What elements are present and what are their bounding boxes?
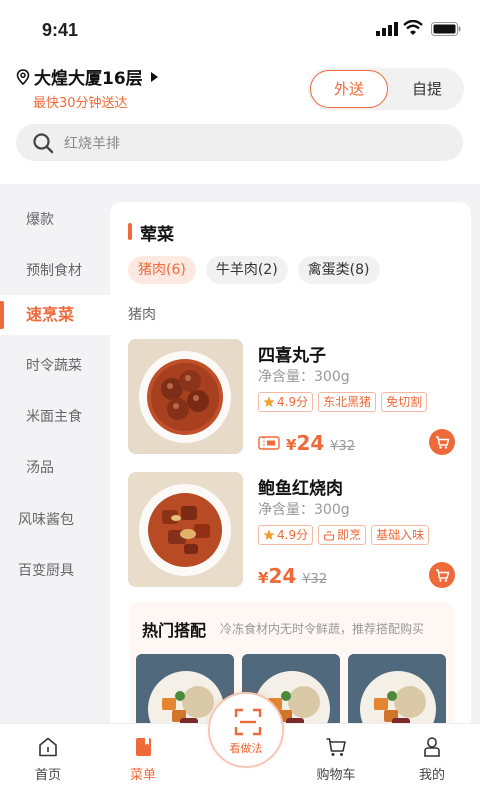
location-pin-icon: [16, 68, 30, 85]
price-row: ¥24 ¥32: [258, 431, 355, 455]
search-icon: [33, 132, 54, 153]
product-net-weight: 净含量：300g: [258, 502, 350, 518]
product-panel: 荤菜 猪肉(6) 牛羊肉(2) 禽蛋类(8) 猪肉 四喜丸子 净含量：300g: [110, 202, 471, 742]
menu-icon: [136, 738, 151, 756]
combo-title: 热门搭配: [142, 621, 207, 640]
star-icon: [263, 396, 275, 407]
tab-menu[interactable]: 菜单: [103, 736, 183, 783]
status-bar: 9:41: [0, 0, 480, 56]
signal-icon: [376, 22, 398, 36]
delivery-mode-switch: 外送 自提: [308, 68, 464, 110]
sidebar-item-cookware[interactable]: 百变厨具: [0, 551, 110, 591]
pot-icon: [324, 530, 335, 541]
feature-tag: 基础入味: [371, 525, 430, 545]
search-input[interactable]: 红烧羊排: [16, 124, 463, 161]
product-image-braised-pork[interactable]: [128, 472, 243, 587]
sidebar-item-prepared[interactable]: 预制食材: [0, 251, 110, 291]
product-card[interactable]: 四喜丸子 净含量：300g 4.9分 东北黑猪 免切割 ¥24 ¥32: [128, 339, 463, 457]
chip-poultry-egg[interactable]: 禽蛋类(8): [297, 256, 380, 284]
battery-icon: [431, 22, 461, 36]
cart-icon: [326, 738, 346, 756]
subsection-title: 猪肉: [128, 307, 156, 323]
tab-delivery[interactable]: 外送: [310, 70, 388, 108]
delivery-tip: 最快30分钟送达: [33, 96, 128, 111]
feature-tag: 免切割: [381, 392, 428, 412]
star-icon: [263, 529, 275, 540]
sidebar-item-hot[interactable]: 爆款: [0, 200, 110, 240]
original-price: ¥32: [330, 439, 356, 454]
hot-combo-section: 热门搭配 冷冻食材内无时令鲜蔬，推荐搭配购买: [130, 602, 454, 742]
chip-pork[interactable]: 猪肉(6): [128, 256, 196, 284]
scan-label: 看做法: [229, 742, 263, 755]
location-name: 大煌大厦16层: [34, 69, 143, 89]
location-selector[interactable]: 大煌大厦16层: [16, 64, 158, 89]
cart-icon: [435, 568, 449, 582]
sidebar-item-sauces[interactable]: 风味酱包: [0, 500, 110, 540]
tab-profile[interactable]: 我的: [392, 736, 472, 783]
tab-cart[interactable]: 购物车: [296, 736, 376, 783]
product-name: 鲍鱼红烧肉: [258, 479, 343, 499]
sidebar-item-quick-cook[interactable]: 速烹菜: [0, 295, 110, 335]
sidebar-item-soups[interactable]: 汤品: [0, 448, 110, 488]
home-icon: [39, 737, 57, 757]
add-to-cart-button[interactable]: [429, 562, 455, 588]
header: 大煌大厦16层 最快30分钟送达 外送 自提 红烧羊排: [0, 56, 480, 184]
wifi-icon: [403, 20, 423, 35]
tab-home[interactable]: 首页: [8, 736, 88, 783]
add-to-cart-button[interactable]: [429, 429, 455, 455]
product-net-weight: 净含量：300g: [258, 369, 350, 385]
rating-tag: 4.9分: [258, 525, 314, 545]
feature-tag: 即烹: [318, 525, 367, 545]
price-row: ¥24 ¥32: [258, 564, 327, 588]
status-time: 9:41: [42, 20, 79, 40]
subcategory-chips: 猪肉(6) 牛羊肉(2) 禽蛋类(8): [128, 256, 380, 284]
sidebar-item-staples[interactable]: 米面主食: [0, 397, 110, 437]
product-tags: 4.9分 东北黑猪 免切割: [258, 392, 428, 412]
original-price: ¥32: [302, 572, 328, 587]
product-price: ¥24: [258, 564, 297, 588]
scan-recipe-button[interactable]: 看做法: [208, 692, 284, 768]
product-tags: 4.9分 即烹 基础入味: [258, 525, 430, 545]
cart-icon: [435, 435, 449, 449]
product-card[interactable]: 鲍鱼红烧肉 净含量：300g 4.9分 即烹 基础入味 ¥24 ¥32: [128, 472, 463, 590]
scan-icon: [234, 708, 262, 736]
coupon-icon: [258, 436, 280, 450]
sidebar-item-vegetables[interactable]: 时令蔬菜: [0, 346, 110, 386]
search-placeholder: 红烧羊排: [64, 135, 120, 152]
product-name: 四喜丸子: [258, 346, 326, 366]
rating-tag: 4.9分: [258, 392, 314, 412]
product-price: ¥24: [286, 431, 325, 455]
tab-pickup[interactable]: 自提: [390, 68, 464, 110]
caret-right-icon: [150, 71, 158, 82]
chip-beef-lamb[interactable]: 牛羊肉(2): [205, 256, 288, 284]
user-icon: [424, 737, 440, 757]
combo-description: 冷冻食材内无时令鲜蔬，推荐搭配购买: [220, 622, 425, 636]
feature-tag: 东北黑猪: [318, 392, 377, 412]
product-image-meatballs[interactable]: [128, 339, 243, 454]
section-title: 荤菜: [128, 220, 174, 245]
